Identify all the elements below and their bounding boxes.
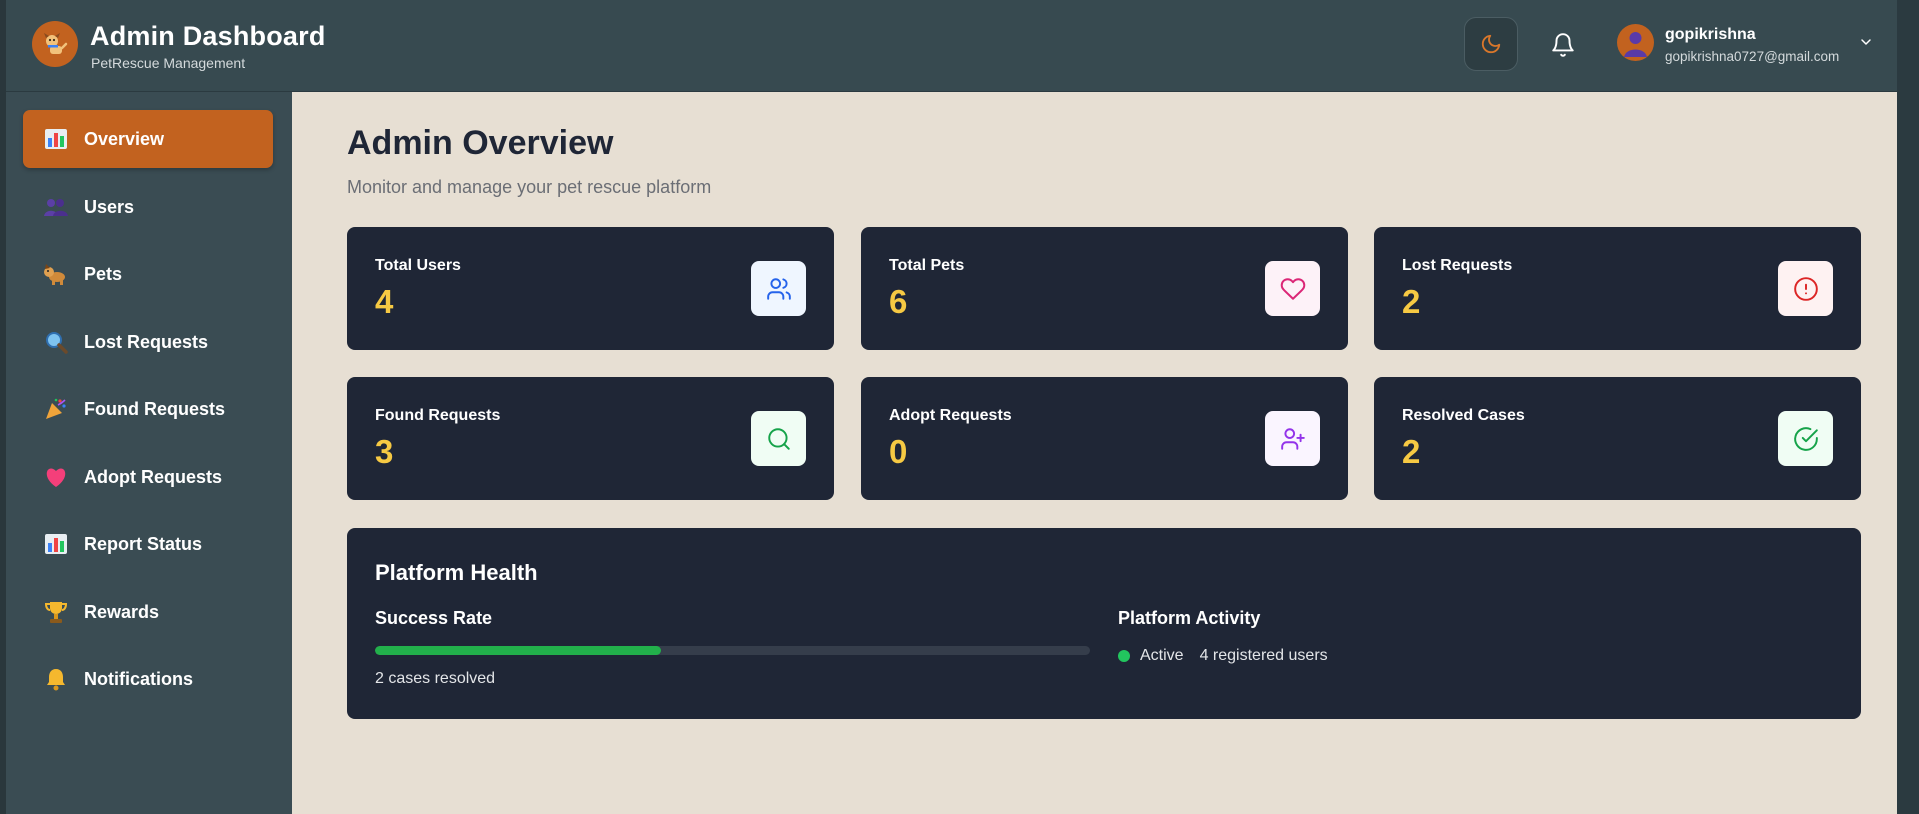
people-icon <box>43 195 69 219</box>
stat-value: 4 <box>375 283 394 320</box>
stat-label: Found Requests <box>375 407 501 424</box>
stat-card-total-users: Total Users 4 <box>347 227 834 350</box>
page-title: Admin Overview <box>347 124 614 162</box>
sidebar-item-label: Overview <box>84 128 165 149</box>
sidebar-item-label: Rewards <box>84 601 160 622</box>
dog-logo-icon <box>44 33 68 54</box>
window-right-edge <box>1897 0 1919 814</box>
search-icon <box>751 411 806 466</box>
sidebar-item-label: Adopt Requests <box>84 466 223 487</box>
sidebar-item-overview[interactable]: Overview <box>23 110 273 168</box>
success-rate-progress-bar <box>375 646 1090 655</box>
heart-icon <box>43 465 69 489</box>
bar-chart-icon <box>43 127 69 151</box>
platform-activity-row: Active 4 registered users <box>1118 647 1328 665</box>
chevron-down-icon[interactable] <box>1858 34 1874 50</box>
heart-icon <box>1265 261 1320 316</box>
sidebar-item-found-requests[interactable]: Found Requests <box>23 380 273 438</box>
sidebar-item-label: Pets <box>84 263 123 284</box>
sidebar-item-notifications[interactable]: Notifications <box>23 650 273 708</box>
stat-label: Total Users <box>375 257 461 274</box>
platform-health-card: Platform Health Success Rate 2 cases res… <box>347 528 1861 719</box>
platform-activity-label: Platform Activity <box>1118 608 1261 628</box>
cases-resolved-text: 2 cases resolved <box>375 670 496 687</box>
theme-toggle-button[interactable] <box>1464 17 1518 71</box>
sidebar: Overview Users Pets Lost Requests Found … <box>6 92 292 814</box>
main-content: Admin Overview Monitor and manage your p… <box>292 92 1897 814</box>
party-popper-icon <box>43 397 69 421</box>
success-rate-progress-fill <box>375 646 661 655</box>
bell-icon <box>1552 33 1574 57</box>
dog-icon <box>43 262 69 286</box>
stat-card-adopt-requests: Adopt Requests 0 <box>861 377 1348 500</box>
success-rate-label: Success Rate <box>375 608 493 628</box>
stat-label: Adopt Requests <box>889 407 1012 424</box>
status-dot-icon <box>1118 650 1130 662</box>
brand-logo <box>32 21 78 67</box>
users-icon <box>751 261 806 316</box>
registered-users-text: 4 registered users <box>1199 647 1328 664</box>
bell-icon <box>43 667 69 691</box>
stat-card-resolved-cases: Resolved Cases 2 <box>1374 377 1861 500</box>
stat-value: 3 <box>375 433 394 470</box>
stat-value: 2 <box>1402 433 1421 470</box>
stat-card-total-pets: Total Pets 6 <box>861 227 1348 350</box>
sidebar-item-adopt-requests[interactable]: Adopt Requests <box>23 448 273 506</box>
page-subtitle: Monitor and manage your pet rescue platf… <box>347 177 712 197</box>
magnifier-icon <box>43 330 69 354</box>
check-circle-icon <box>1778 411 1833 466</box>
user-name[interactable]: gopikrishna <box>1665 26 1756 44</box>
person-icon <box>1624 32 1647 57</box>
activity-status: Active <box>1140 647 1184 664</box>
sidebar-item-label: Report Status <box>84 533 203 554</box>
user-email: gopikrishna0727@gmail.com <box>1665 49 1840 64</box>
user-plus-icon <box>1265 411 1320 466</box>
sidebar-item-label: Notifications <box>84 668 194 689</box>
stat-label: Total Pets <box>889 257 965 274</box>
sidebar-item-rewards[interactable]: Rewards <box>23 583 273 641</box>
stat-label: Resolved Cases <box>1402 407 1525 424</box>
sidebar-item-pets[interactable]: Pets <box>23 245 273 303</box>
stat-value: 6 <box>889 283 908 320</box>
stat-card-lost-requests: Lost Requests 2 <box>1374 227 1861 350</box>
app-title: Admin Dashboard <box>90 21 326 51</box>
platform-health-title: Platform Health <box>375 560 538 585</box>
sidebar-item-users[interactable]: Users <box>23 178 273 236</box>
notifications-button[interactable] <box>1540 22 1586 68</box>
sidebar-item-label: Users <box>84 196 135 217</box>
stat-label: Lost Requests <box>1402 257 1513 274</box>
user-avatar[interactable] <box>1617 24 1654 61</box>
top-header: Admin Dashboard PetRescue Management gop… <box>6 0 1897 92</box>
app-subtitle: PetRescue Management <box>91 55 246 71</box>
sidebar-item-label: Found Requests <box>84 398 226 419</box>
stat-value: 0 <box>889 433 908 470</box>
stat-value: 2 <box>1402 283 1421 320</box>
sidebar-item-label: Lost Requests <box>84 331 209 352</box>
trophy-icon <box>43 600 69 624</box>
bar-chart-icon <box>43 532 69 556</box>
sidebar-item-report-status[interactable]: Report Status <box>23 515 273 573</box>
sidebar-item-lost-requests[interactable]: Lost Requests <box>23 313 273 371</box>
moon-icon <box>1481 34 1501 54</box>
alert-circle-icon <box>1778 261 1833 316</box>
stat-card-found-requests: Found Requests 3 <box>347 377 834 500</box>
